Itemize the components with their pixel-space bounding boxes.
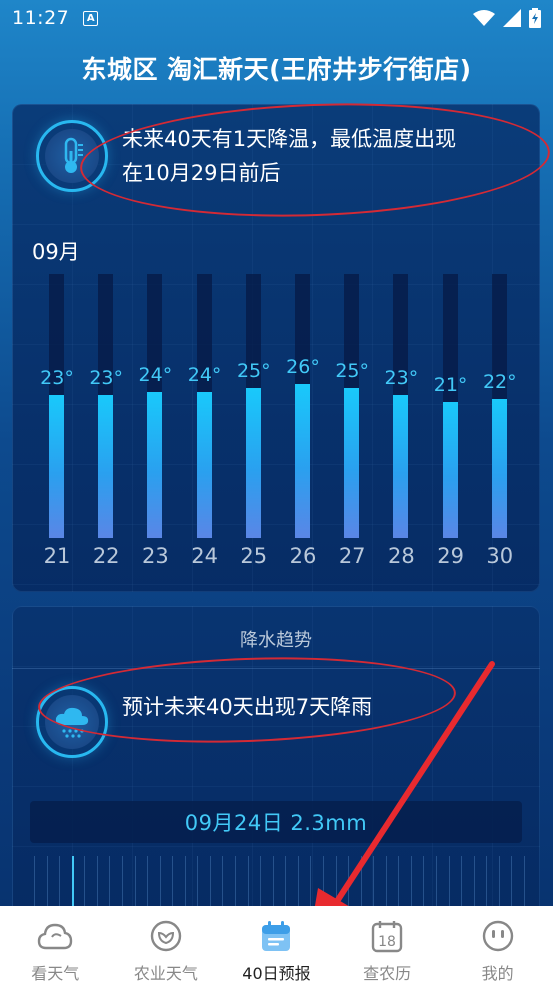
bar-day-label: 24 (191, 544, 218, 568)
bar-fill (147, 391, 163, 538)
rain-summary: 预计未来40天出现7天降雨 (122, 695, 373, 719)
wifi-icon (473, 10, 495, 26)
rain-selected-info: 09月24日 2.3mm (30, 801, 522, 843)
bar-column-25[interactable]: 25° 25 (229, 274, 279, 574)
bar-value-label: 22° (482, 370, 517, 393)
bar-day-label: 29 (437, 544, 464, 568)
bar-fill (295, 384, 310, 538)
bar-column-30[interactable]: 22° 30 (475, 274, 525, 574)
bar-column-22[interactable]: 23° 22 (81, 274, 131, 574)
bar-column-23[interactable]: 24° 23 (130, 274, 180, 574)
tab-mine[interactable]: 我的 (442, 906, 553, 984)
bar-fill (245, 388, 261, 538)
bar-column-26[interactable]: 26° 26 (278, 274, 328, 574)
temperature-card: 未来40天有1天降温，最低温度出现 在10月29日前后 09月 23° 21 23°… (12, 104, 540, 592)
page-title: 东城区 淘汇新天(王府井步行街店) (81, 55, 472, 84)
bar-value-label: 23° (40, 367, 74, 390)
bar-value-label: 25° (236, 360, 271, 382)
rain-trend-card: 降水趋势 预计未来40天出现7天降雨 09月24日 2.3mm (12, 606, 540, 916)
bar-fill (196, 391, 212, 538)
bar-column-29[interactable]: 21° 29 (426, 274, 476, 574)
tab-label: 查农历 (363, 964, 412, 983)
rain-divider (12, 668, 540, 669)
notification-icon: A (83, 10, 99, 26)
bar-fill (393, 395, 409, 538)
tab-weather[interactable]: 看天气 (0, 906, 111, 984)
bar-day-label: 30 (486, 544, 514, 568)
bar-column-28[interactable]: 23° 28 (376, 274, 426, 574)
bar-value-label: 26° (286, 356, 320, 379)
bar-column-27[interactable]: 25° 27 (327, 274, 377, 574)
tab-lunar-calendar[interactable]: 18 查农历 (332, 906, 443, 984)
calendar-day-number: 18 (378, 934, 396, 950)
status-icons (473, 8, 541, 28)
bar-day-label: 22 (92, 544, 120, 568)
thermometer-icon (64, 137, 83, 173)
bar-fill (49, 395, 64, 538)
bar-value-label: 25° (335, 360, 370, 382)
bar-value-label: 23° (89, 367, 124, 390)
tab-label: 我的 (481, 964, 514, 983)
rain-cloud-icon (55, 707, 89, 738)
bar-value-label: 23° (384, 367, 419, 390)
temperature-summary-line1: 未来40天有1天降温，最低温度出现 (122, 127, 457, 151)
temperature-summary: 未来40天有1天降温，最低温度出现 在10月29日前后 (122, 122, 456, 190)
bottom-tab-bar: 看天气 农业天气 40日预报 18 查农历 我的 (0, 906, 553, 984)
bar-day-label: 28 (388, 544, 415, 568)
rain-badge (36, 686, 108, 758)
status-bar: 11:27 A (0, 0, 553, 36)
temperature-badge (36, 120, 108, 192)
tab-label: 看天气 (31, 964, 80, 983)
bar-fill (491, 398, 507, 538)
battery-icon (529, 8, 541, 28)
bar-day-label: 25 (240, 544, 268, 568)
temperature-summary-line2: 在10月29日前后 (122, 161, 281, 185)
status-time: 11:27 (12, 7, 70, 29)
bar-fill (344, 388, 360, 538)
leaf-icon (150, 920, 182, 952)
temperature-bar-chart: 23° 21 23° 22 24° 23 24° 24 25° 25 26° 26 25° 27 23° 28… (32, 274, 532, 574)
bar-day-label: 23 (142, 544, 169, 568)
face-icon (482, 920, 513, 952)
tab-label: 40日预报 (242, 964, 311, 983)
calendar-icon (262, 921, 291, 951)
cloud-icon (38, 923, 73, 950)
tab-agri-weather[interactable]: 农业天气 (111, 906, 222, 984)
bar-fill (442, 402, 458, 538)
rain-trend-title: 降水趋势 (240, 630, 312, 651)
bar-day-label: 26 (289, 544, 317, 568)
month-label: 09月 (32, 240, 80, 264)
bar-value-label: 24° (138, 363, 173, 386)
signal-icon (503, 9, 521, 27)
calendar-18-icon: 18 (371, 921, 403, 953)
bar-day-label: 27 (338, 544, 366, 568)
bar-day-label: 21 (43, 544, 71, 568)
bar-fill (98, 395, 114, 538)
tab-40day-forecast[interactable]: 40日预报 (221, 906, 332, 984)
bar-column-24[interactable]: 24° 24 (180, 274, 230, 574)
bar-column-21[interactable]: 23° 21 (32, 274, 82, 574)
tab-label: 农业天气 (133, 964, 198, 983)
bar-value-label: 21° (433, 374, 468, 397)
bar-value-label: 24° (187, 363, 222, 386)
